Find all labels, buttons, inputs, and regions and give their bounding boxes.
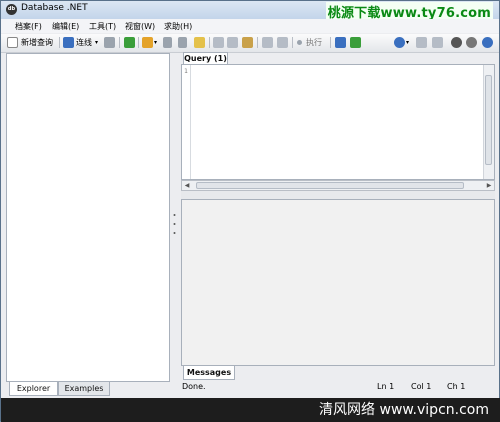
status-char: Ch 1 — [447, 382, 466, 391]
disconnect-icon[interactable] — [104, 37, 115, 48]
toolbar-separator — [257, 37, 258, 48]
print-icon[interactable] — [432, 37, 443, 48]
execute-button[interactable]: 执行 — [306, 36, 322, 49]
refresh-icon[interactable] — [124, 37, 135, 48]
help-icon[interactable] — [178, 37, 187, 48]
cut-icon[interactable] — [213, 37, 224, 48]
menu-edit[interactable]: 编辑(E) — [52, 21, 79, 32]
horizontal-scroll-thumb[interactable] — [196, 182, 464, 189]
left-panel-tabs: Explorer Examples — [6, 382, 170, 396]
paste-icon[interactable] — [242, 37, 253, 48]
copy-icon[interactable] — [227, 37, 238, 48]
editor-horizontal-scrollbar[interactable]: ◀ ▶ — [181, 180, 495, 191]
editor-gutter — [190, 65, 191, 179]
results-panel — [181, 199, 495, 366]
connect-dropdown-icon[interactable]: ▾ — [95, 36, 98, 49]
menu-window[interactable]: 视窗(W) — [125, 21, 155, 32]
scroll-right-icon[interactable]: ▶ — [484, 181, 494, 190]
toolbar-separator — [59, 37, 60, 48]
format-icon[interactable] — [350, 37, 361, 48]
menu-file[interactable]: 档案(F) — [15, 21, 42, 32]
toolbar-separator — [330, 37, 331, 48]
menu-bar: 档案(F) 编辑(E) 工具(T) 视窗(W) 求助(H) — [1, 19, 499, 33]
vertical-scroll-thumb[interactable] — [485, 75, 492, 165]
open-folder-icon[interactable] — [194, 37, 205, 48]
tab-messages[interactable]: Messages — [183, 366, 235, 380]
connect-icon — [63, 37, 74, 48]
toolbar-separator — [119, 37, 120, 48]
toolbar-separator — [209, 37, 210, 48]
scroll-left-icon[interactable]: ◀ — [182, 181, 192, 190]
tab-examples[interactable]: Examples — [58, 382, 110, 396]
status-bar: Done. Ln 1 Col 1 Ch 1 — [177, 381, 499, 394]
toolbar: 新增查询 连线 ▾ ▾ 执行 ▾ — [1, 34, 499, 53]
globe-dropdown-icon[interactable]: ▾ — [406, 36, 409, 49]
editor-vertical-scrollbar[interactable] — [483, 65, 494, 179]
execute-icon — [297, 40, 302, 45]
app-window: db Database .NET 桃源下载www.ty76.com 档案(F) … — [0, 0, 500, 422]
globe-icon[interactable] — [394, 37, 405, 48]
print-preview-icon[interactable] — [416, 37, 427, 48]
pen-icon[interactable] — [163, 37, 172, 48]
database-app-icon: db — [6, 4, 17, 15]
help-question-icon[interactable] — [482, 37, 493, 48]
align-icon[interactable] — [335, 37, 346, 48]
explorer-panel[interactable] — [6, 53, 170, 382]
status-line: Ln 1 — [377, 382, 395, 391]
line-number: 1 — [184, 68, 188, 75]
query-editor[interactable]: 1 — [181, 64, 495, 180]
tab-explorer[interactable]: Explorer — [9, 382, 58, 396]
plugins-icon[interactable] — [451, 37, 462, 48]
toolbar-separator — [138, 37, 139, 48]
new-query-button[interactable]: 新增查询 — [21, 36, 53, 49]
connect-button[interactable]: 连线 — [76, 36, 92, 49]
templates-icon[interactable] — [142, 37, 153, 48]
splitter-grip-icon[interactable] — [173, 213, 176, 235]
menu-help[interactable]: 求助(H) — [164, 21, 192, 32]
toolbar-separator — [292, 37, 293, 48]
watermark-bottom: 清风网络 www.vipcn.com — [1, 398, 500, 422]
options-gear-icon[interactable] — [466, 37, 477, 48]
title-bar: db Database .NET 桃源下载www.ty76.com — [1, 1, 499, 21]
undo-icon[interactable] — [262, 37, 273, 48]
redo-icon[interactable] — [277, 37, 288, 48]
menu-tools[interactable]: 工具(T) — [89, 21, 116, 32]
editor-results-splitter[interactable] — [181, 191, 495, 199]
status-text: Done. — [182, 382, 206, 391]
templates-dropdown-icon[interactable]: ▾ — [154, 36, 157, 49]
new-document-icon — [7, 37, 18, 48]
window-title: Database .NET — [21, 3, 88, 13]
status-column: Col 1 — [411, 382, 432, 391]
